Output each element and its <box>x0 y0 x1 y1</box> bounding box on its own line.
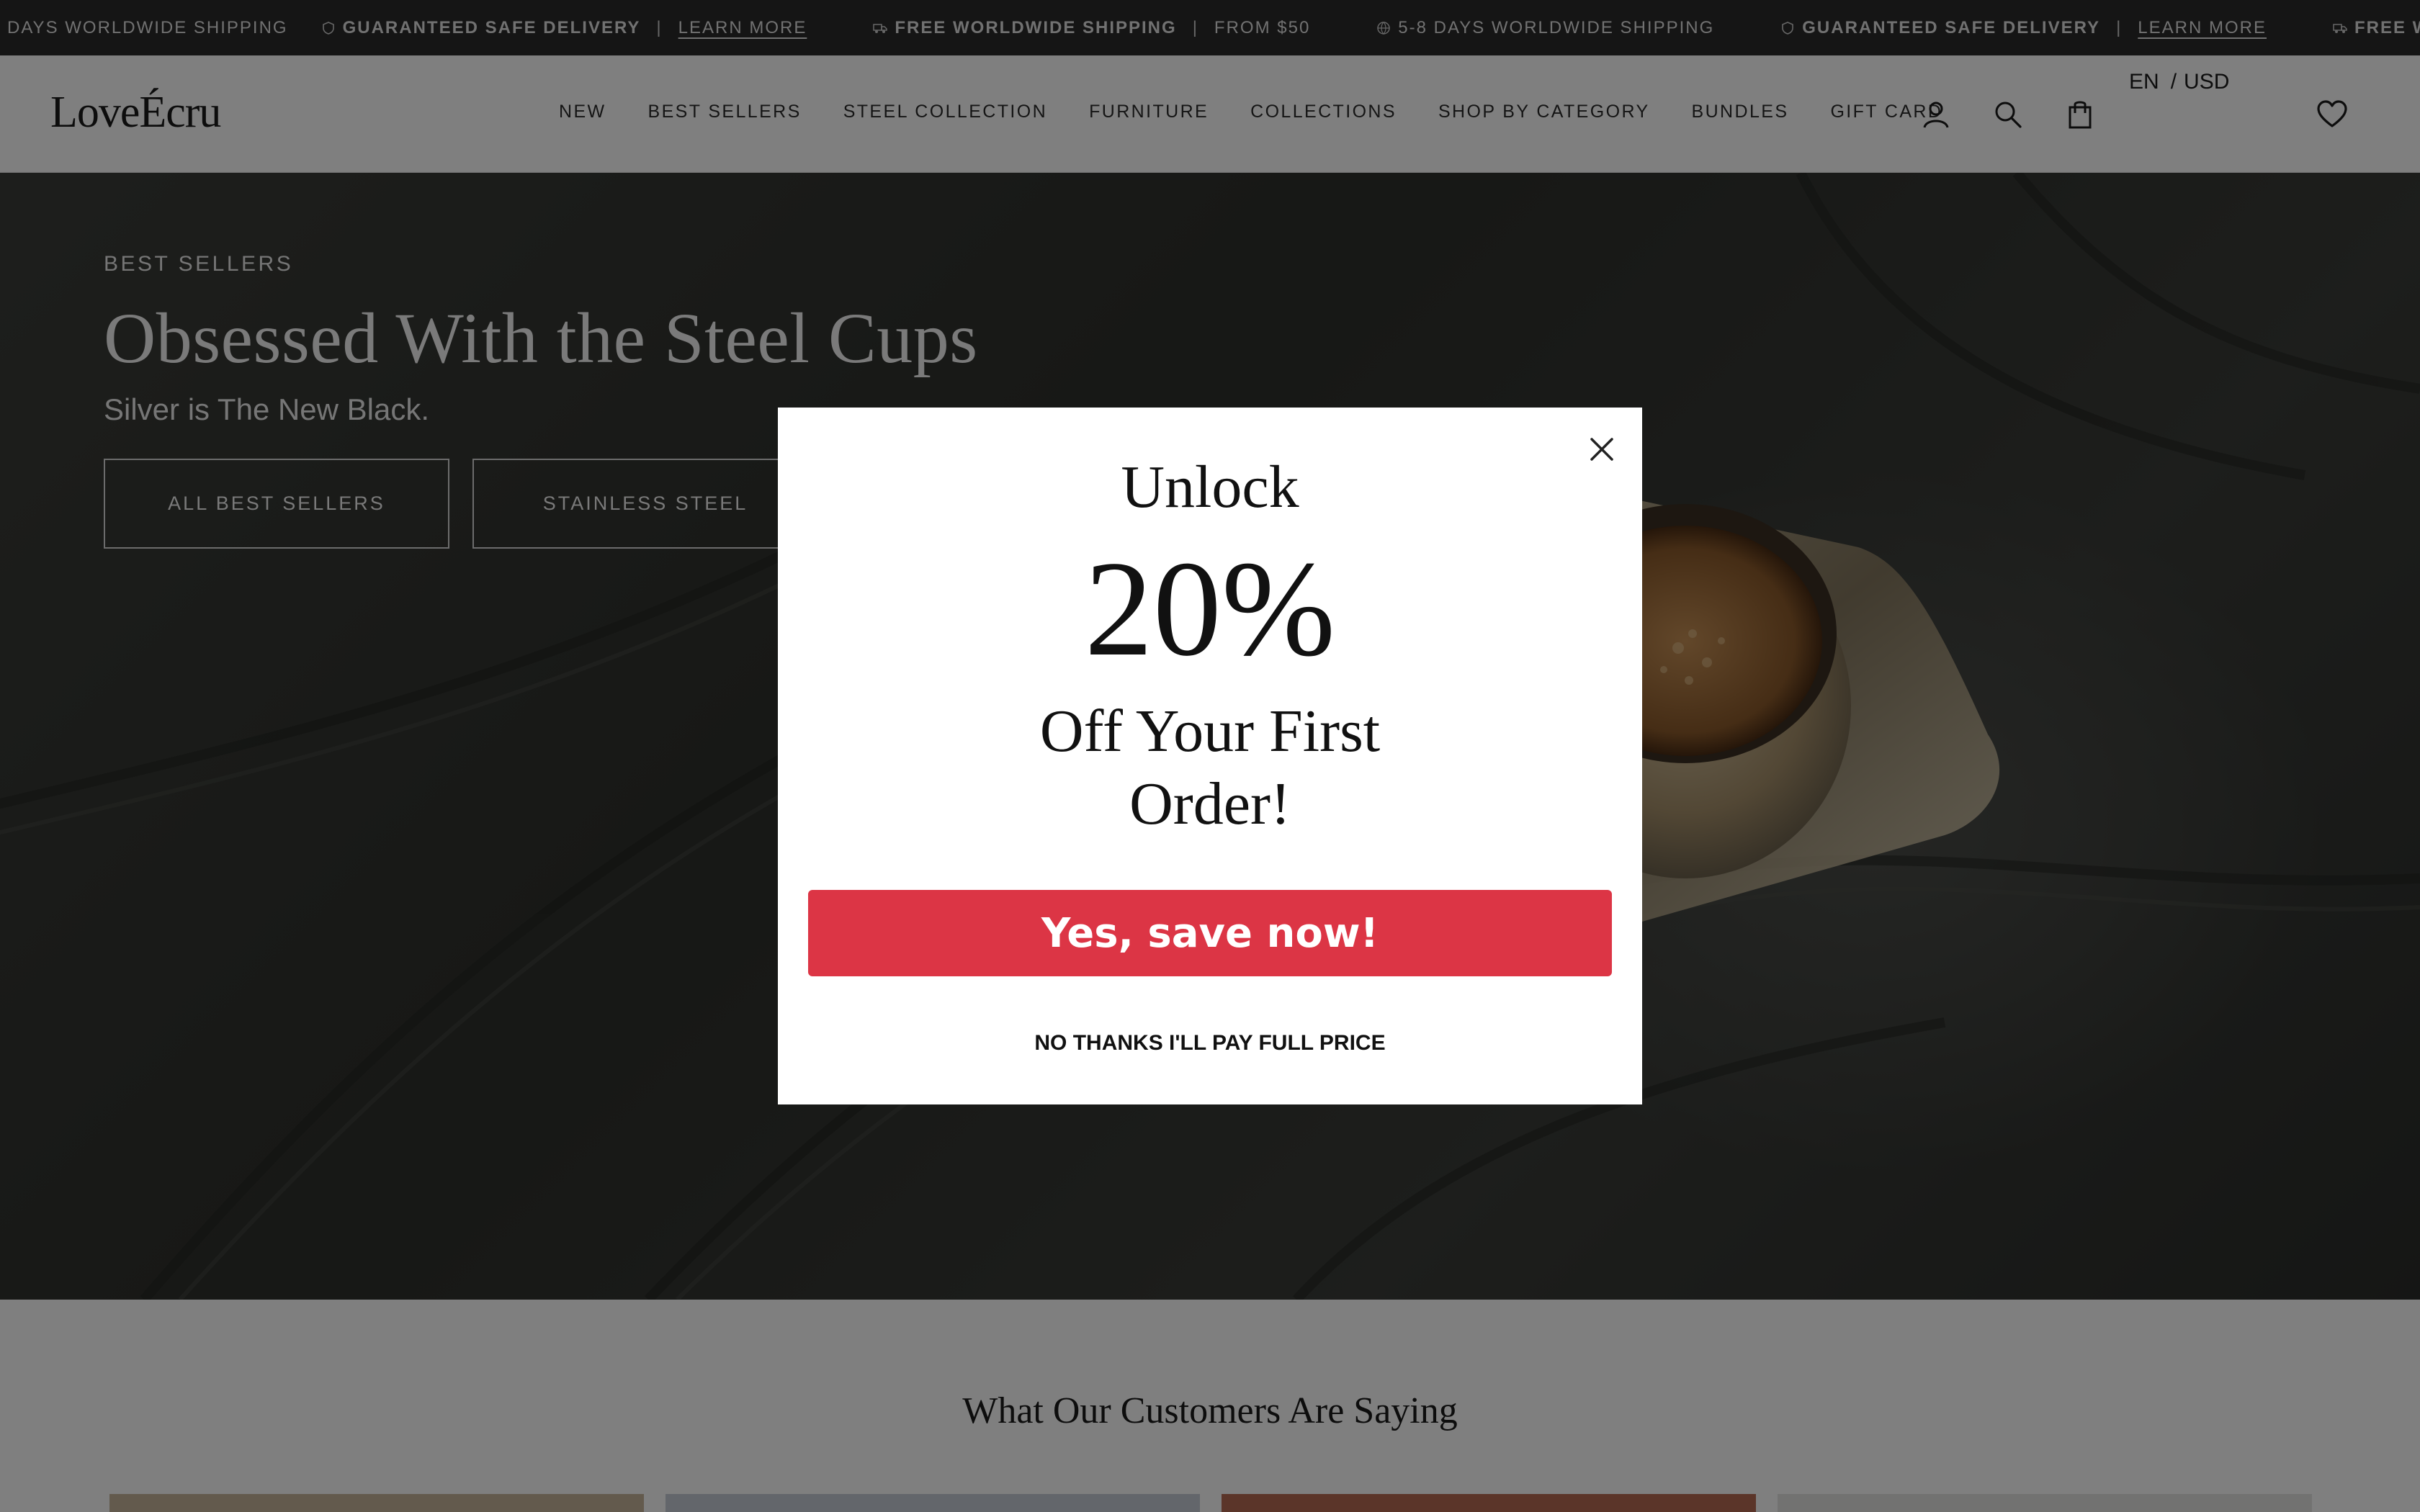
save-now-button[interactable]: Yes, save now! <box>808 890 1612 976</box>
popup-discount: 20% <box>1084 534 1336 685</box>
popup-subheading: Off Your First Order! <box>1039 698 1381 837</box>
popup-heading: Unlock <box>1121 454 1299 521</box>
discount-popup: Unlock 20% Off Your First Order! Yes, sa… <box>778 408 1642 1104</box>
decline-link[interactable]: NO THANKS I'LL PAY FULL PRICE <box>778 1031 1642 1056</box>
